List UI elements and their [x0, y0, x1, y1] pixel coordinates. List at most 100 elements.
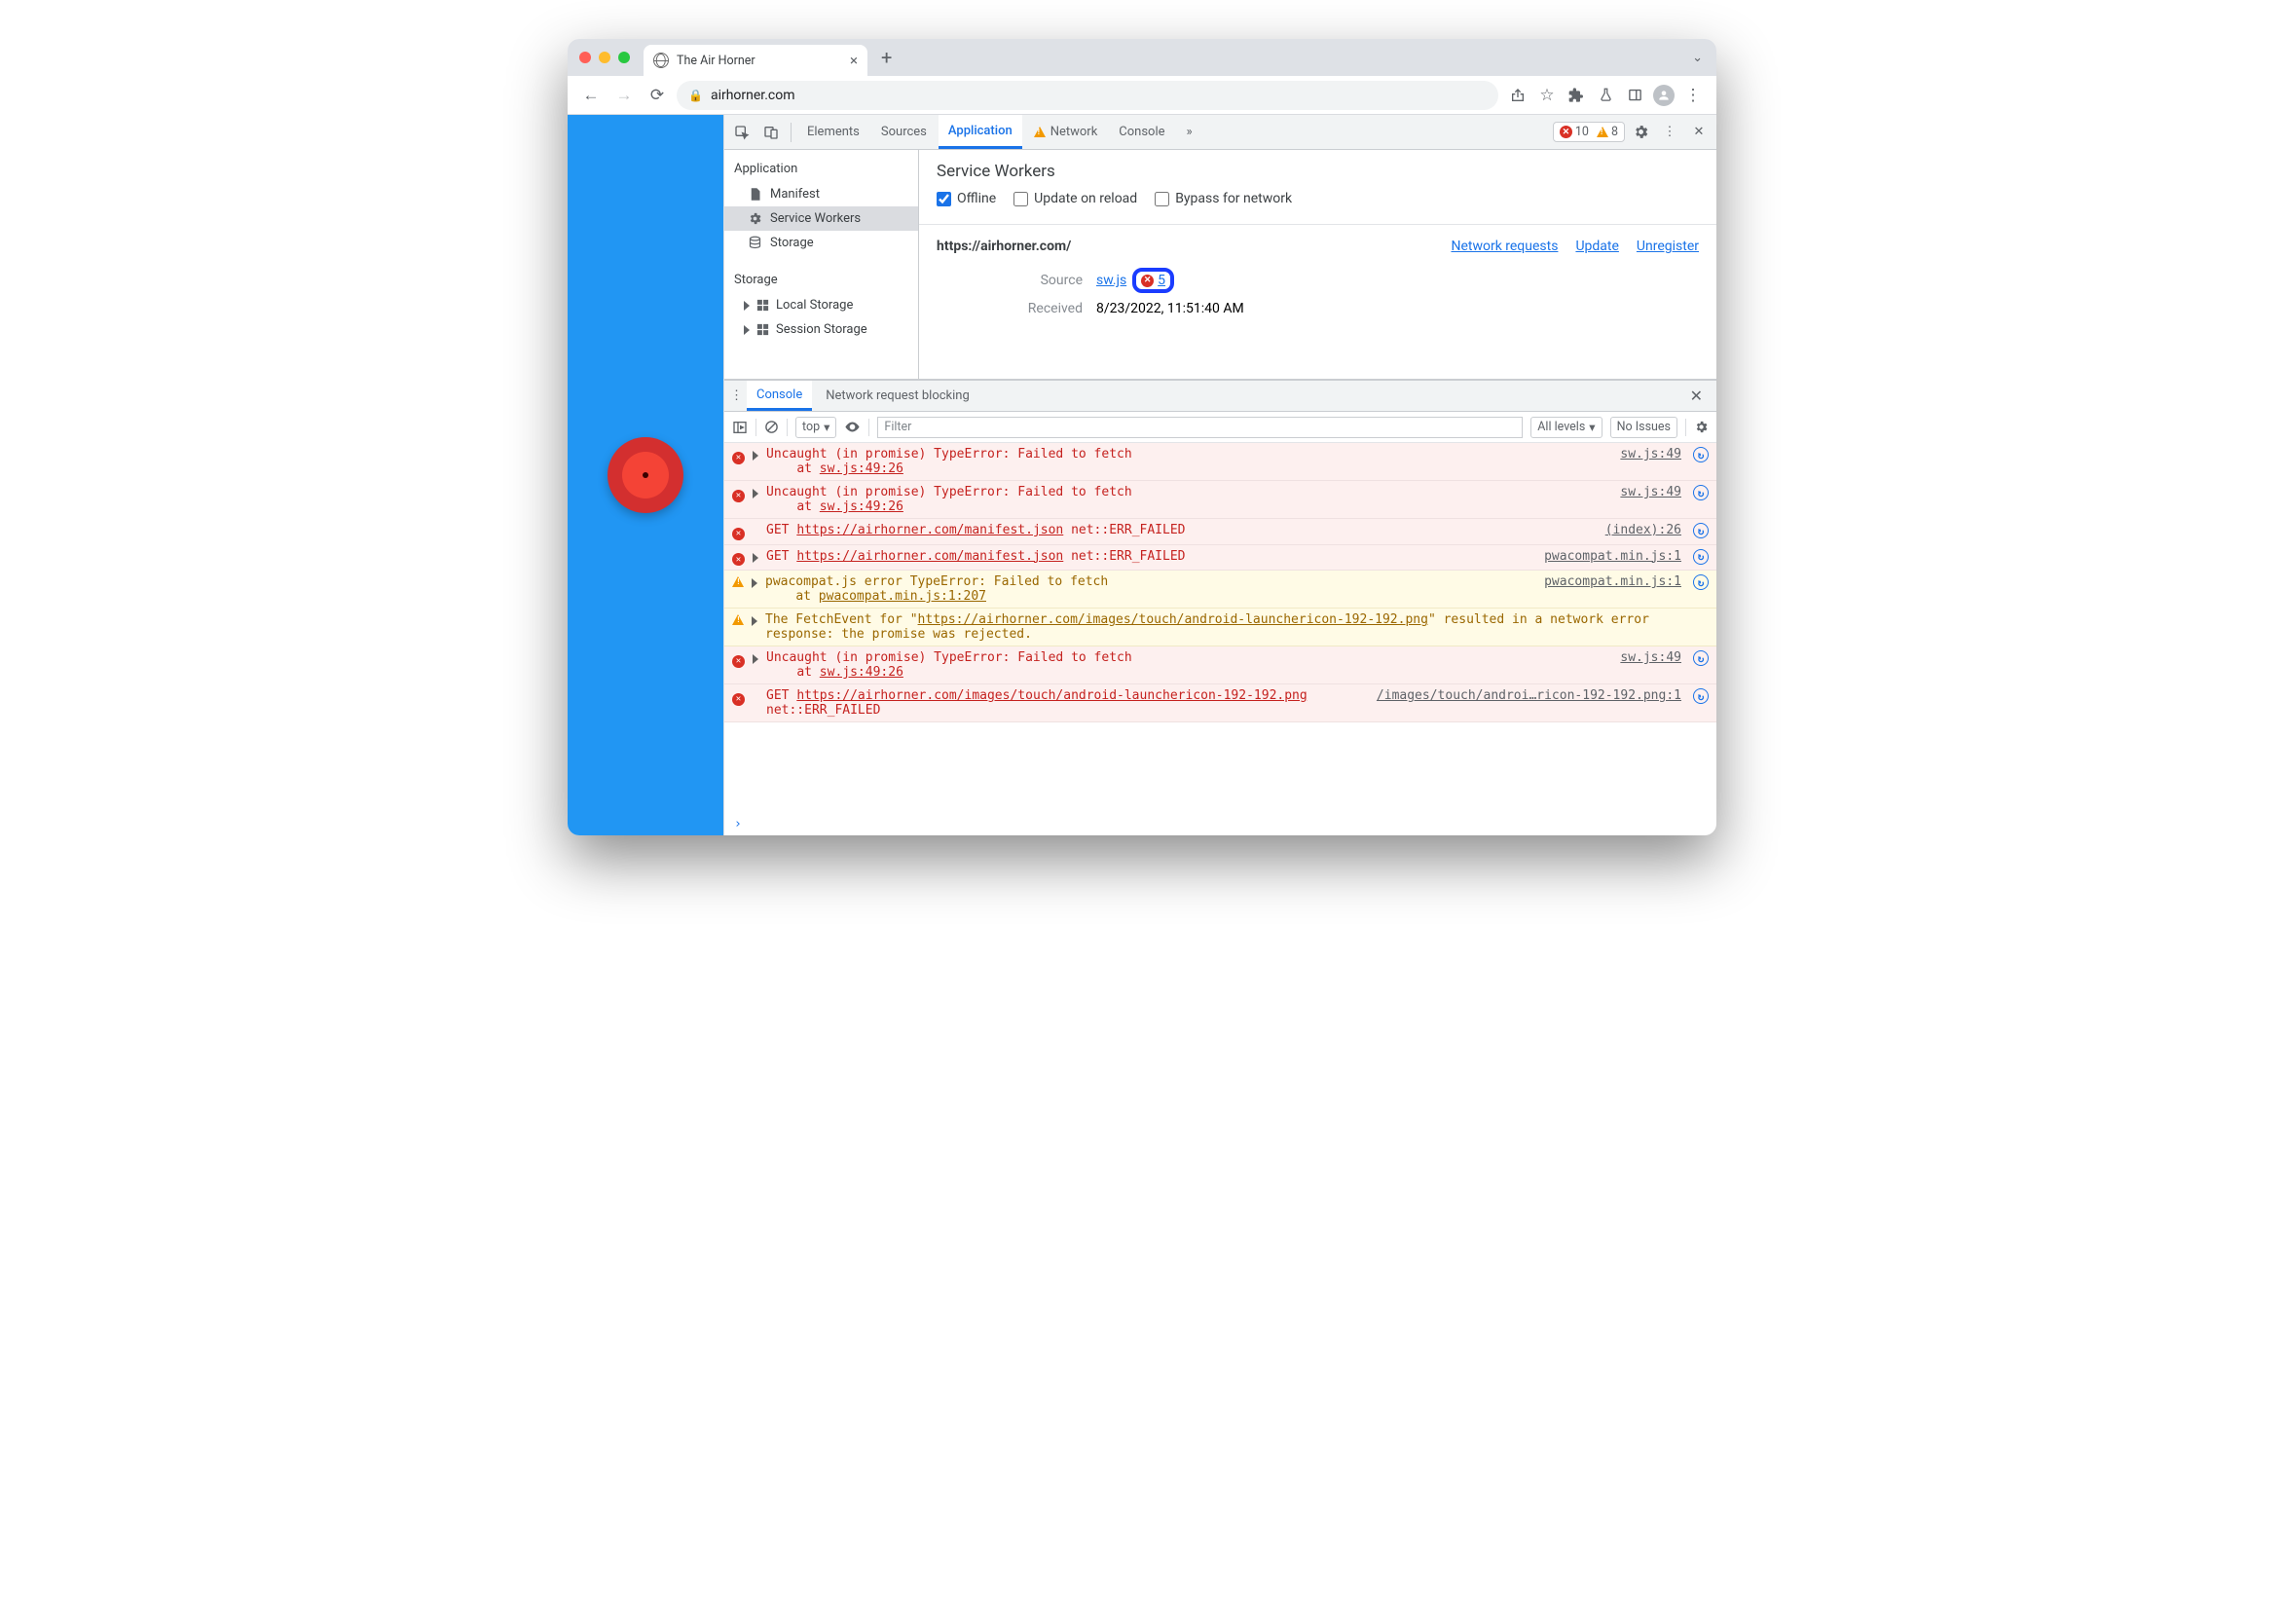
tab-title: The Air Horner — [677, 54, 755, 68]
expand-icon[interactable] — [753, 451, 758, 461]
source-file-link[interactable]: sw.js — [1096, 273, 1126, 288]
console-message: Uncaught (in promise) TypeError: Failed … — [766, 485, 1602, 514]
source-link[interactable]: https://airhorner.com/manifest.json — [796, 523, 1063, 537]
labs-icon[interactable] — [1592, 82, 1619, 109]
location-link[interactable]: pwacompat.min.js:1 — [1544, 549, 1681, 564]
kebab-icon[interactable]: ⋮ — [1656, 119, 1683, 146]
navigate-icon[interactable]: ↻ — [1693, 650, 1709, 666]
show-sidebar-icon[interactable] — [732, 420, 748, 435]
offline-checkbox[interactable]: Offline — [937, 191, 996, 206]
window-controls — [579, 39, 638, 76]
console-row[interactable]: ✕GET https://airhorner.com/manifest.json… — [724, 545, 1716, 572]
sidebar-item-local-storage[interactable]: Local Storage — [724, 293, 918, 317]
drawer-menu-icon[interactable]: ⋮ — [730, 388, 743, 403]
sidebar-item-service-workers[interactable]: Service Workers — [724, 206, 918, 231]
source-link[interactable]: sw.js:49:26 — [820, 461, 903, 476]
source-link[interactable]: sw.js:49:26 — [820, 665, 903, 680]
settings-icon[interactable] — [1627, 119, 1654, 146]
source-link[interactable]: https://airhorner.com/manifest.json — [796, 549, 1063, 564]
browser-tab[interactable]: The Air Horner × — [644, 45, 867, 76]
network-requests-link[interactable]: Network requests — [1451, 239, 1558, 254]
lock-icon: 🔒 — [688, 89, 703, 102]
expand-icon[interactable] — [753, 489, 758, 498]
navigate-icon[interactable]: ↻ — [1693, 523, 1709, 538]
update-link[interactable]: Update — [1575, 239, 1618, 254]
source-link[interactable]: https://airhorner.com/images/touch/andro… — [796, 688, 1307, 703]
navigate-icon[interactable]: ↻ — [1693, 485, 1709, 500]
live-expression-icon[interactable] — [844, 419, 861, 435]
new-tab-button[interactable]: + — [873, 46, 900, 69]
reload-button[interactable]: ⟳ — [644, 82, 671, 109]
bypass-checkbox[interactable]: Bypass for network — [1155, 191, 1292, 206]
navigate-icon[interactable]: ↻ — [1693, 574, 1709, 590]
close-devtools-icon[interactable]: ✕ — [1685, 119, 1713, 146]
location-link[interactable]: sw.js:49 — [1620, 485, 1681, 499]
grid-icon — [755, 298, 770, 313]
navigate-icon[interactable]: ↻ — [1693, 447, 1709, 462]
back-button[interactable]: ← — [577, 82, 605, 109]
tab-sources[interactable]: Sources — [871, 115, 937, 149]
tabs-more-icon[interactable]: » — [1177, 115, 1202, 149]
error-count-highlight[interactable]: ✕ 5 — [1132, 268, 1174, 293]
issue-counts[interactable]: ✕10 8 — [1553, 122, 1625, 142]
close-tab-icon[interactable]: × — [850, 52, 858, 69]
menu-icon[interactable]: ⋮ — [1679, 82, 1707, 109]
sidebar-item-session-storage[interactable]: Session Storage — [724, 317, 918, 342]
location-link[interactable]: /images/touch/androi…ricon-192-192.png:1 — [1377, 688, 1681, 703]
update-on-reload-checkbox[interactable]: Update on reload — [1013, 191, 1137, 206]
console-prompt[interactable]: › — [724, 813, 1716, 835]
maximize-window-icon[interactable] — [618, 52, 630, 63]
device-toggle-icon[interactable] — [757, 119, 785, 146]
console-row[interactable]: ✕GET https://airhorner.com/images/touch/… — [724, 684, 1716, 722]
location-link[interactable]: (index):26 — [1605, 523, 1681, 537]
minimize-window-icon[interactable] — [599, 52, 610, 63]
unregister-link[interactable]: Unregister — [1637, 239, 1699, 254]
console-settings-icon[interactable] — [1694, 420, 1709, 434]
omnibox[interactable]: 🔒 airhorner.com — [677, 81, 1498, 110]
expand-icon[interactable] — [753, 553, 758, 563]
log-levels-selector[interactable]: All levels▾ — [1530, 417, 1602, 438]
source-link[interactable]: pwacompat.min.js:1:207 — [819, 589, 986, 604]
drawer-tab-network-blocking[interactable]: Network request blocking — [816, 381, 979, 411]
extensions-icon[interactable] — [1563, 82, 1590, 109]
location-link[interactable]: sw.js:49 — [1620, 447, 1681, 461]
grid-icon — [755, 322, 770, 337]
drawer-tab-console[interactable]: Console — [747, 381, 812, 411]
tabs-overflow-icon[interactable]: ⌄ — [1678, 51, 1716, 65]
console-row[interactable]: ✕Uncaught (in promise) TypeError: Failed… — [724, 481, 1716, 519]
tab-console[interactable]: Console — [1109, 115, 1174, 149]
tab-elements[interactable]: Elements — [797, 115, 869, 149]
airhorn-button[interactable] — [608, 437, 683, 513]
console-row[interactable]: ✕Uncaught (in promise) TypeError: Failed… — [724, 646, 1716, 684]
context-selector[interactable]: top▾ — [795, 417, 836, 438]
navigate-icon[interactable]: ↻ — [1693, 549, 1709, 565]
console-row[interactable]: pwacompat.js error TypeError: Failed to … — [724, 571, 1716, 609]
side-panel-icon[interactable] — [1621, 82, 1648, 109]
profile-button[interactable] — [1650, 82, 1677, 109]
close-window-icon[interactable] — [579, 52, 591, 63]
error-count-link[interactable]: 5 — [1158, 273, 1165, 288]
console-row[interactable]: ✕Uncaught (in promise) TypeError: Failed… — [724, 443, 1716, 481]
clear-console-icon[interactable] — [764, 420, 779, 434]
issues-button[interactable]: No Issues — [1610, 417, 1677, 438]
console-row[interactable]: The FetchEvent for "https://airhorner.co… — [724, 609, 1716, 646]
tab-application[interactable]: Application — [939, 115, 1022, 149]
filter-input[interactable]: Filter — [877, 417, 1523, 438]
bookmark-icon[interactable]: ☆ — [1533, 82, 1561, 109]
location-link[interactable]: pwacompat.min.js:1 — [1544, 574, 1681, 589]
console-row[interactable]: ✕GET https://airhorner.com/manifest.json… — [724, 519, 1716, 545]
close-drawer-icon[interactable]: ✕ — [1682, 387, 1711, 405]
navigate-icon[interactable]: ↻ — [1693, 688, 1709, 704]
tab-network[interactable]: Network — [1024, 115, 1108, 149]
sidebar-item-storage[interactable]: Storage — [724, 231, 918, 255]
sidebar-item-manifest[interactable]: Manifest — [724, 182, 918, 206]
source-link[interactable]: sw.js:49:26 — [820, 499, 903, 514]
source-link[interactable]: https://airhorner.com/images/touch/andro… — [918, 612, 1428, 627]
location-link[interactable]: sw.js:49 — [1620, 650, 1681, 665]
share-icon[interactable] — [1504, 82, 1531, 109]
expand-icon[interactable] — [752, 616, 757, 626]
expand-icon[interactable] — [753, 654, 758, 664]
inspect-icon[interactable] — [728, 119, 755, 146]
expand-icon[interactable] — [752, 578, 757, 588]
error-icon: ✕ — [1141, 275, 1154, 287]
